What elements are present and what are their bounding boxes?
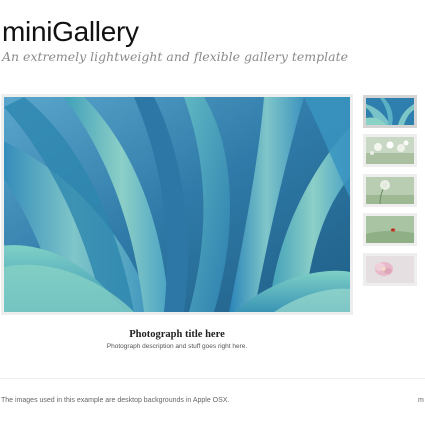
dandelion-thumbnail — [366, 177, 414, 204]
white-flowers-thumbnail — [366, 137, 414, 164]
footer-divider — [0, 378, 425, 379]
site-tagline: An extremely lightweight and flexible ga… — [2, 49, 349, 64]
thumbnail-agave[interactable] — [363, 95, 417, 128]
footer-note: The images used in this example are desk… — [1, 397, 230, 404]
thumbnail-ladybug[interactable] — [363, 213, 417, 246]
thumbnail-pink-flower[interactable] — [363, 253, 417, 286]
main-photo[interactable] — [1, 94, 353, 315]
photo-description: Photograph description and stuff goes ri… — [106, 343, 248, 350]
site-title: miniGallery — [2, 16, 139, 47]
ladybug-thumbnail — [366, 216, 414, 243]
agave-leaves-thumbnail — [366, 98, 414, 125]
photo-caption: Photograph title here Photograph descrip… — [1, 328, 353, 351]
photo-title: Photograph title here — [129, 329, 225, 340]
pink-flower-thumbnail — [366, 256, 414, 283]
thumbnail-white-flowers[interactable] — [363, 134, 417, 167]
footer-truncated-text: m — [418, 397, 424, 404]
agave-leaves-photo — [4, 97, 350, 312]
thumbnail-dandelion[interactable] — [363, 174, 417, 207]
